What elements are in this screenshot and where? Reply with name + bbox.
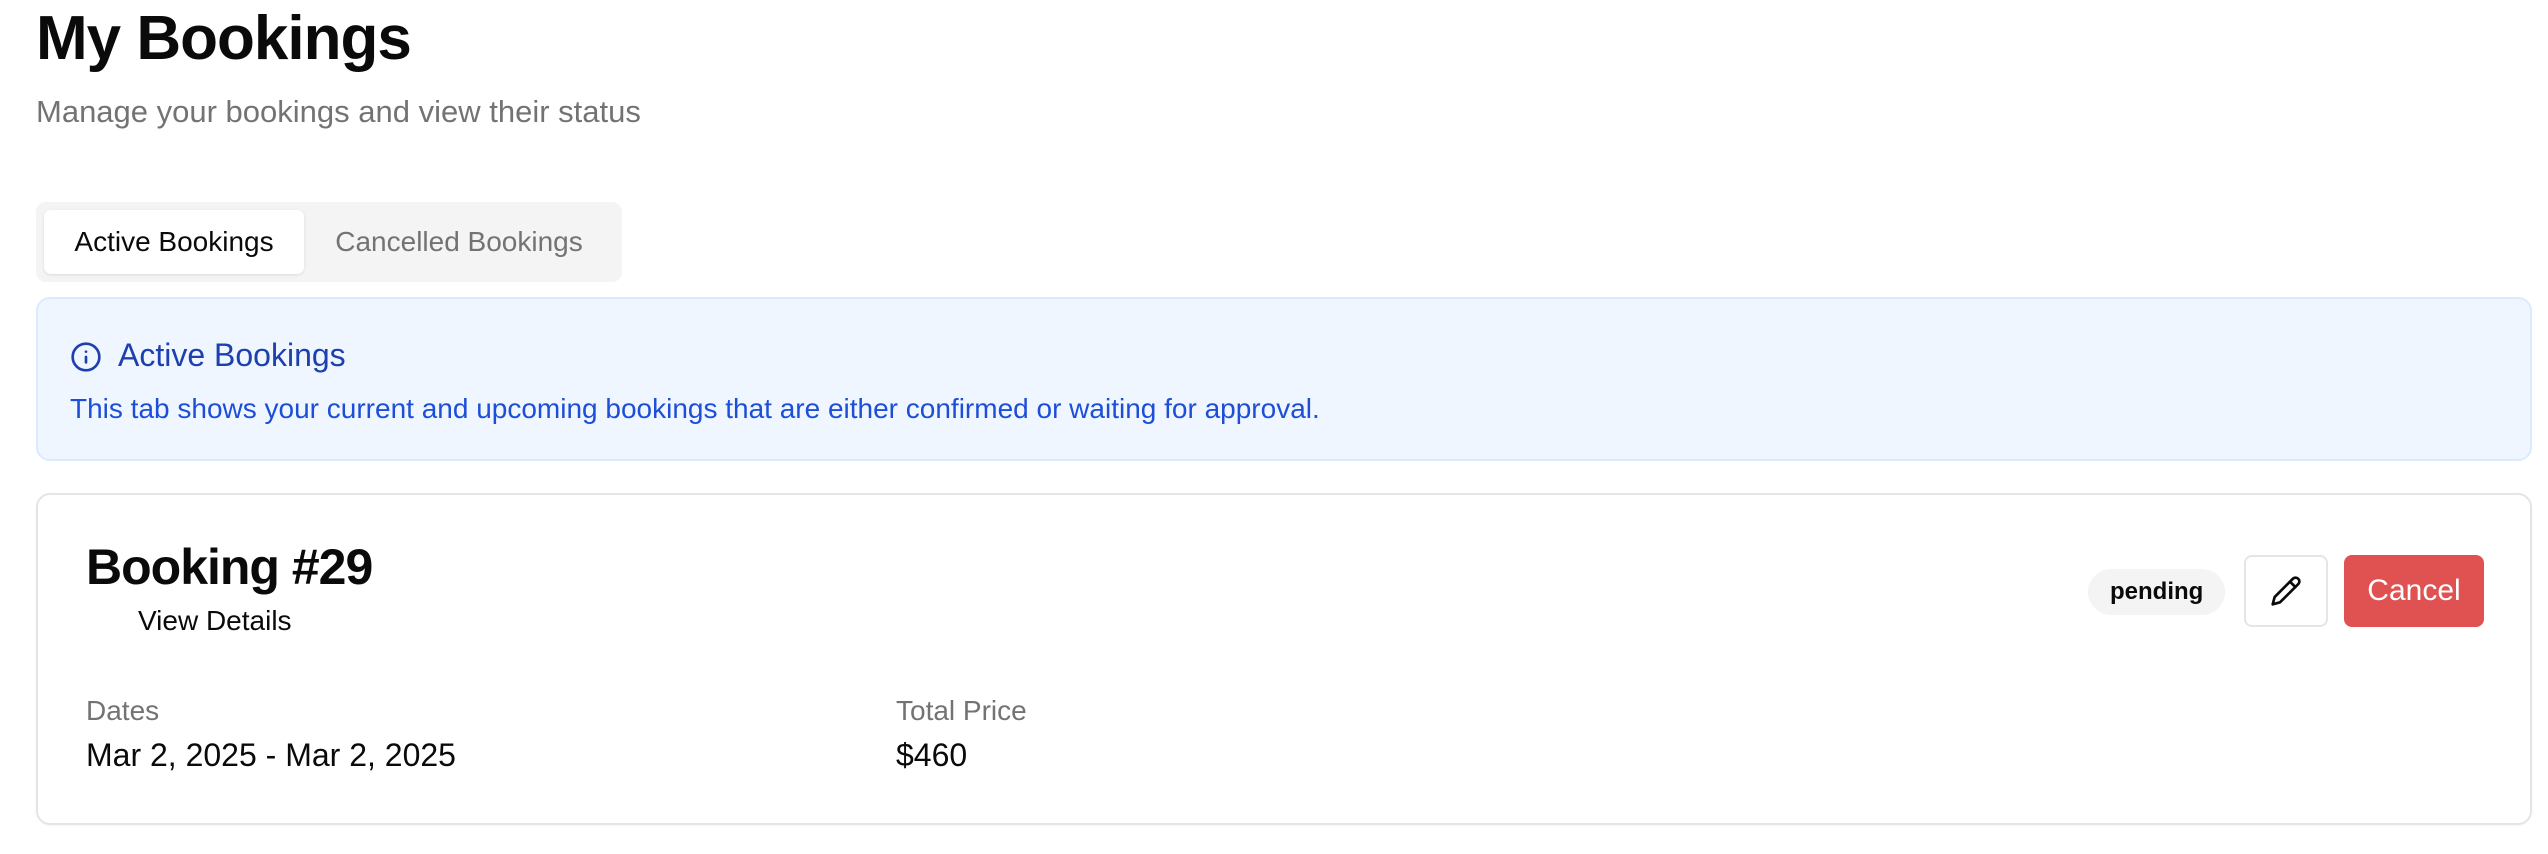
- bookings-page: My Bookings Manage your bookings and vie…: [0, 0, 2548, 854]
- total-price-label: Total Price: [896, 695, 1027, 726]
- booking-card: Booking #29 View Details pending Cancel …: [36, 493, 2532, 825]
- edit-booking-button[interactable]: [2244, 555, 2328, 627]
- booking-tabs: Active Bookings Cancelled Bookings: [36, 202, 622, 282]
- info-icon: [71, 342, 101, 372]
- tab-cancelled-bookings[interactable]: Cancelled Bookings: [304, 210, 614, 274]
- pencil-icon: [2271, 576, 2301, 606]
- dates-label: Dates: [86, 695, 160, 726]
- view-details-link[interactable]: View Details: [138, 603, 292, 639]
- tab-active-bookings[interactable]: Active Bookings: [44, 210, 304, 274]
- info-alert-title: Active Bookings: [118, 337, 346, 373]
- dates-value: Mar 2, 2025 - Mar 2, 2025: [86, 737, 456, 773]
- booking-title: Booking #29: [86, 539, 373, 595]
- status-badge: pending: [2088, 569, 2226, 615]
- cancel-booking-button[interactable]: Cancel: [2344, 555, 2484, 627]
- info-alert-text: This tab shows your current and upcoming…: [70, 393, 1320, 424]
- page-title: My Bookings: [36, 4, 412, 73]
- page-subtitle: Manage your bookings and view their stat…: [36, 94, 641, 129]
- info-alert: Active Bookings This tab shows your curr…: [36, 297, 2532, 461]
- total-price-value: $460: [896, 737, 968, 773]
